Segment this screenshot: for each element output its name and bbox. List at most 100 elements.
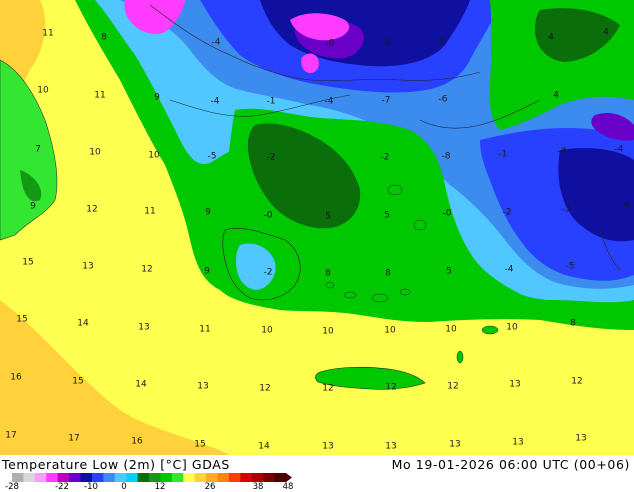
color-scale-bar: [12, 473, 292, 482]
temperature-label: 12: [571, 376, 583, 387]
color-swatch: [183, 473, 196, 482]
temperature-label: -8: [381, 38, 391, 49]
color-swatch: [194, 473, 207, 482]
temperature-label: 13: [575, 433, 587, 444]
temperature-label: 12: [86, 204, 98, 215]
temperature-label: 16: [10, 372, 22, 383]
color-swatch: [69, 473, 81, 482]
temperature-label: 13: [449, 439, 461, 450]
temperature-label: 8: [325, 268, 331, 279]
temperature-label: 10: [506, 322, 518, 333]
temperature-label: 10: [89, 147, 101, 158]
temperature-label: -8: [441, 151, 451, 162]
temperature-label: 10: [384, 325, 396, 336]
temperature-label: 12: [141, 264, 153, 275]
temperature-label: 13: [385, 441, 397, 452]
temperature-label: -4: [211, 37, 221, 48]
temperature-label: 7: [35, 144, 41, 155]
temperature-label: 8: [570, 318, 576, 329]
temperature-label: 4: [548, 32, 554, 43]
temperature-label: -5: [207, 151, 217, 162]
color-swatch: [80, 473, 93, 482]
color-swatch: [23, 473, 36, 482]
color-scale-tick: -22: [55, 482, 69, 492]
temperature-label: 15: [22, 257, 34, 268]
map-title: Temperature Low (2m) [°C] GDAS: [2, 457, 230, 472]
temperature-label: 15: [16, 314, 28, 325]
temperature-label: 9: [205, 207, 211, 218]
color-swatch: [251, 473, 264, 482]
temperature-label: -4: [324, 96, 334, 107]
color-swatch: [160, 473, 173, 482]
color-scale-tick: 12: [154, 482, 166, 492]
temperature-label: 9: [30, 201, 36, 212]
temperature-label: 12: [322, 383, 334, 394]
temperature-label: -8: [325, 38, 335, 49]
temperature-label: 13: [509, 379, 521, 390]
temperature-label: -5: [565, 261, 575, 272]
temperature-label: -6: [438, 94, 448, 105]
temperature-label: -4: [557, 146, 567, 157]
color-scale-tick: 48: [282, 482, 294, 492]
temperature-map[interactable]: 11 8 -4 -8 -8 -7 4 4 10 11 9 -4 -1 -4 -7 -6 4 7 10 10 -5 -2 -2…: [0, 0, 634, 455]
temperature-label: 10: [445, 324, 457, 335]
temperature-label: 13: [138, 322, 150, 333]
color-swatch: [137, 473, 150, 482]
temperature-label: -2: [380, 152, 390, 163]
map-canvas: [0, 0, 634, 455]
temperature-label: -2: [266, 152, 276, 163]
temperature-label: 11: [42, 28, 54, 39]
temperature-label: 13: [322, 441, 334, 452]
color-swatch: [57, 473, 70, 482]
temperature-label: 8: [385, 268, 391, 279]
temperature-label: 15: [72, 376, 84, 387]
temperature-label: -7: [435, 37, 445, 48]
temperature-label: 8: [101, 32, 107, 43]
temperature-label: 13: [197, 381, 209, 392]
temperature-label: -0: [263, 210, 273, 221]
color-swatch: [228, 473, 241, 482]
temperature-label: 12: [447, 381, 459, 392]
temperature-label: -4: [210, 96, 220, 107]
temperature-label: 10: [37, 85, 49, 96]
color-swatch: [12, 473, 24, 482]
temperature-label: 10: [261, 325, 273, 336]
temperature-label: 17: [5, 430, 17, 441]
color-scale-arrow: [286, 473, 292, 482]
map-footer: Temperature Low (2m) [°C] GDAS Mo 19-01-…: [0, 455, 634, 492]
temperature-label: 9: [204, 266, 210, 277]
color-swatch: [126, 473, 139, 482]
temperature-label: 5: [325, 211, 331, 222]
temperature-label: 11: [199, 324, 211, 335]
temperature-label: -2: [502, 207, 512, 218]
temperature-label: -4: [504, 264, 514, 275]
temperature-label: 14: [135, 379, 147, 390]
temperature-label: -2: [263, 267, 273, 278]
temperature-label: 16: [131, 436, 143, 447]
color-swatch: [34, 473, 47, 482]
temperature-label: 14: [77, 318, 89, 329]
temperature-label: 11: [144, 206, 156, 217]
color-swatch: [274, 473, 287, 482]
color-swatch: [46, 473, 59, 482]
color-swatch: [240, 473, 253, 482]
temperature-label: 13: [512, 437, 524, 448]
temperature-label: -6: [620, 200, 630, 211]
valid-time-stamp: Mo 19-01-2026 06:00 UTC (00+06): [391, 457, 630, 472]
temperature-label: -7: [381, 95, 391, 106]
color-swatch: [217, 473, 230, 482]
temperature-label: -4: [614, 144, 624, 155]
temperature-label: 11: [94, 90, 106, 101]
temperature-label: -1: [498, 149, 508, 160]
color-scale-tick: 0: [121, 482, 127, 492]
color-swatch: [171, 473, 184, 482]
temperature-label: -3: [561, 204, 571, 215]
temperature-label: 10: [148, 150, 160, 161]
color-scale-tick: -28: [5, 482, 19, 492]
color-scale-tick: 38: [252, 482, 264, 492]
color-swatch: [91, 473, 104, 482]
temperature-label: 15: [194, 439, 206, 450]
temperature-label: 4: [553, 90, 559, 101]
color-swatch: [103, 473, 116, 482]
color-swatch: [263, 473, 276, 482]
